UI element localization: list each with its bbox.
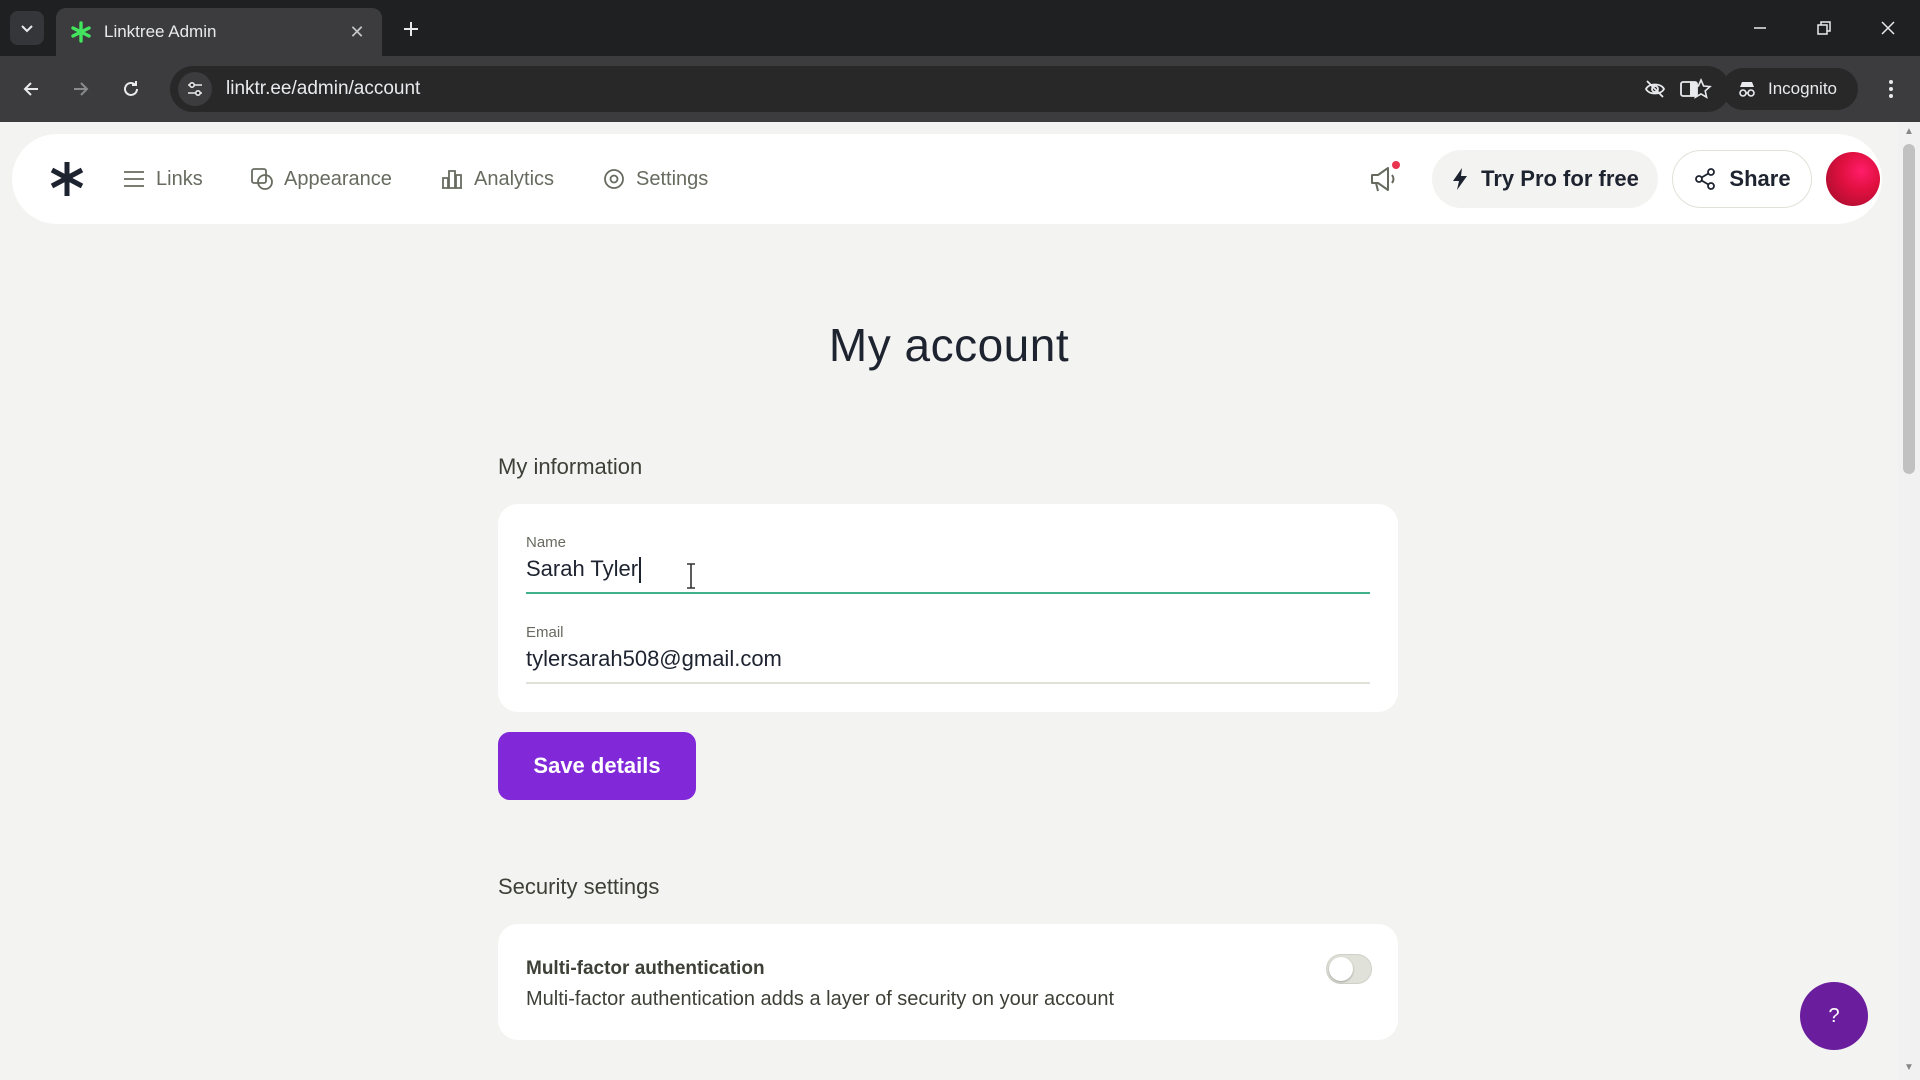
tab-close-icon[interactable]: ✕ bbox=[346, 22, 368, 43]
incognito-label: Incognito bbox=[1768, 79, 1837, 98]
eye-off-icon bbox=[1644, 80, 1666, 98]
security-settings-heading: Security settings bbox=[498, 874, 660, 899]
page-scrollbar[interactable]: ▲ ▼ bbox=[1898, 122, 1920, 1080]
scroll-thumb[interactable] bbox=[1903, 144, 1915, 474]
my-information-heading: My information bbox=[498, 454, 643, 479]
scroll-down-arrow-icon[interactable]: ▼ bbox=[1903, 1062, 1915, 1074]
lightning-icon bbox=[1453, 168, 1468, 190]
megaphone-icon[interactable] bbox=[1364, 159, 1404, 199]
scroll-up-arrow-icon[interactable]: ▲ bbox=[1903, 126, 1915, 138]
nav-settings[interactable]: Settings bbox=[602, 162, 708, 196]
tracking-protection-button[interactable] bbox=[1638, 72, 1672, 106]
email-value: tylersarah508@gmail.com bbox=[526, 646, 782, 671]
restore-icon bbox=[1817, 21, 1831, 35]
url-text: linktr.ee/admin/account bbox=[226, 78, 421, 99]
chevron-down-icon bbox=[21, 25, 33, 33]
help-label: ? bbox=[1828, 1004, 1840, 1027]
nav-appearance-label: Appearance bbox=[284, 167, 392, 190]
help-button[interactable]: ? bbox=[1800, 982, 1868, 1050]
name-input[interactable]: Sarah Tyler bbox=[526, 556, 642, 584]
my-information-card: Name Sarah Tyler Email tylersarah508@gma… bbox=[498, 504, 1398, 712]
text-caret bbox=[639, 557, 642, 584]
name-input-underline bbox=[526, 592, 1370, 594]
reload-icon bbox=[124, 81, 138, 96]
incognito-icon bbox=[1739, 82, 1755, 97]
close-icon bbox=[1881, 21, 1895, 35]
analytics-icon bbox=[442, 170, 462, 189]
appearance-icon bbox=[251, 168, 273, 190]
new-tab-button[interactable] bbox=[396, 14, 426, 44]
more-vertical-icon bbox=[1889, 80, 1893, 98]
site-info-button[interactable] bbox=[178, 72, 212, 106]
forward-button[interactable] bbox=[64, 72, 98, 106]
save-details-button[interactable]: Save details bbox=[498, 732, 696, 800]
restore-button[interactable] bbox=[1804, 12, 1844, 44]
nav-appearance[interactable]: Appearance bbox=[250, 162, 392, 196]
arrow-right-icon bbox=[74, 82, 89, 96]
try-pro-button[interactable]: Try Pro for free bbox=[1432, 150, 1658, 208]
linktree-favicon-icon bbox=[71, 21, 91, 43]
avatar[interactable] bbox=[1826, 152, 1880, 206]
mfa-description: Multi-factor authentication adds a layer… bbox=[526, 988, 1115, 1010]
nav-settings-label: Settings bbox=[636, 167, 709, 190]
try-pro-label: Try Pro for free bbox=[1481, 166, 1639, 191]
side-panel-button[interactable] bbox=[1672, 72, 1706, 106]
back-button[interactable] bbox=[14, 72, 48, 106]
close-window-button[interactable] bbox=[1868, 12, 1908, 44]
reload-button[interactable] bbox=[114, 72, 148, 106]
arrow-left-icon bbox=[23, 82, 38, 96]
nav-links[interactable]: Links bbox=[122, 162, 203, 196]
email-label: Email bbox=[526, 624, 564, 641]
mfa-toggle[interactable] bbox=[1326, 954, 1372, 984]
app-navbar: Links Appearance Analytics Settings Try … bbox=[12, 134, 1882, 224]
mfa-card: Multi-factor authentication Multi-factor… bbox=[498, 924, 1398, 1040]
email-input-underline bbox=[526, 682, 1370, 684]
links-icon bbox=[124, 171, 144, 187]
page-content: Links Appearance Analytics Settings Try … bbox=[0, 122, 1898, 1080]
address-bar[interactable]: linktr.ee/admin/account bbox=[170, 66, 1730, 112]
nav-analytics[interactable]: Analytics bbox=[440, 162, 554, 196]
mfa-toggle-knob bbox=[1329, 957, 1353, 981]
browser-menu-button[interactable] bbox=[1874, 72, 1908, 106]
side-panel-icon bbox=[1680, 81, 1698, 97]
browser-toolbar: linktr.ee/admin/account Incognito bbox=[0, 56, 1920, 122]
minimize-icon bbox=[1754, 27, 1766, 29]
plus-icon bbox=[404, 22, 418, 36]
page-title: My account bbox=[828, 319, 1070, 371]
incognito-badge[interactable]: Incognito bbox=[1722, 68, 1858, 110]
linktree-logo-icon[interactable] bbox=[44, 156, 90, 202]
nav-links-label: Links bbox=[156, 167, 203, 190]
text-cursor-icon bbox=[687, 563, 695, 589]
share-label: Share bbox=[1729, 166, 1791, 191]
mfa-title: Multi-factor authentication bbox=[526, 958, 765, 979]
browser-tabstrip: Linktree Admin ✕ bbox=[0, 0, 1920, 56]
email-input[interactable]: tylersarah508@gmail.com bbox=[526, 646, 782, 672]
browser-tab-active[interactable]: Linktree Admin ✕ bbox=[56, 8, 382, 56]
nav-analytics-label: Analytics bbox=[474, 167, 555, 190]
tab-title: Linktree Admin bbox=[104, 22, 217, 41]
notification-dot bbox=[1392, 161, 1400, 169]
tune-icon bbox=[188, 81, 202, 97]
tab-search-button[interactable] bbox=[10, 11, 44, 45]
share-button[interactable]: Share bbox=[1672, 150, 1812, 208]
share-icon bbox=[1695, 168, 1716, 190]
name-label: Name bbox=[526, 534, 567, 551]
settings-icon bbox=[604, 169, 624, 189]
name-value: Sarah Tyler bbox=[526, 556, 639, 581]
minimize-button[interactable] bbox=[1740, 12, 1780, 44]
